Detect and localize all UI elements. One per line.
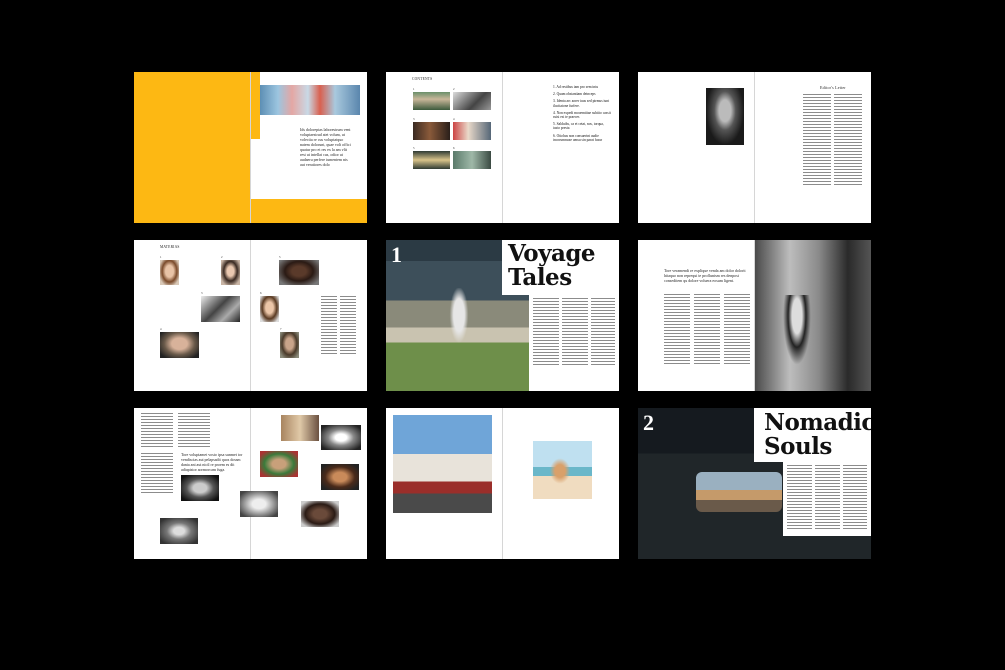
gutter xyxy=(502,408,503,559)
item-number: 6 xyxy=(260,291,262,295)
intro-text: Ids doloreptas laborestrum vent voluptae… xyxy=(300,127,351,167)
toc-item[interactable]: 1. Ad restibus iam pro sem intu xyxy=(553,85,611,89)
beach-figure xyxy=(548,456,572,486)
item-number: 2 xyxy=(221,255,223,259)
item-number: 3 xyxy=(201,291,203,295)
voyage-body-text xyxy=(533,298,559,366)
voyage-body-text xyxy=(591,298,615,366)
gutter xyxy=(250,240,251,391)
materias-body-text xyxy=(321,296,337,356)
architecture-photo xyxy=(393,415,492,513)
spread-architecture[interactable] xyxy=(386,408,619,559)
letter-body-text xyxy=(803,94,831,186)
materias-body-text xyxy=(340,296,356,356)
toc-item[interactable]: 6. Otiohus non consuerint audie incorumn… xyxy=(553,134,611,142)
portrait-photo xyxy=(321,464,359,490)
nomadic-body-text xyxy=(787,465,812,531)
item-number: 7 xyxy=(280,327,282,331)
thumb-photo xyxy=(453,92,491,110)
street-body-text xyxy=(664,294,690,364)
gutter xyxy=(250,408,251,559)
thumb-photo xyxy=(413,151,450,169)
portrait-photo xyxy=(160,260,179,285)
street-intro: Tore veramendi re explique venda am dolo… xyxy=(664,268,746,283)
portrait-photo xyxy=(181,475,219,501)
chapter-number: 2 xyxy=(643,410,654,435)
portrait-photo xyxy=(160,332,199,358)
voyage-title-line1: Voyage xyxy=(508,240,596,267)
thumb-photo xyxy=(453,151,491,169)
chapter-number: 1 xyxy=(391,242,402,267)
thumb-photo xyxy=(413,92,450,110)
portrait-photo xyxy=(281,415,319,441)
toc-item[interactable]: 3. Identa arc aorer iuus sed pirmus iunt… xyxy=(553,99,611,107)
nomadic-title-line1: Nomadic xyxy=(764,409,871,436)
spread-intro[interactable]: Ids doloreptas laborestrum vent voluptae… xyxy=(134,72,367,223)
thumb-number: 4 xyxy=(453,117,455,121)
pull-quote: Tore voluptamet vosto ipsa sunmet tor ve… xyxy=(181,452,243,472)
thumb-photo xyxy=(453,122,491,140)
spread-nomadic-souls[interactable]: 2 Nomadic Souls xyxy=(638,408,871,559)
toc-item[interactable]: 5. Salduibs, ca et cetat, nos, torqua, i… xyxy=(553,122,611,130)
gutter xyxy=(754,72,755,223)
item-number: 5 xyxy=(279,255,281,259)
thumb-number: 3 xyxy=(413,117,415,121)
thumb-number: 1 xyxy=(413,87,415,91)
voyage-title-line2: Tales xyxy=(508,264,572,291)
portrait-photo xyxy=(321,425,361,450)
item-number: 1 xyxy=(160,255,162,259)
gutter xyxy=(502,72,503,223)
nomadic-title-line2: Souls xyxy=(764,433,832,460)
yellow-block-right-bottom xyxy=(250,199,367,223)
portrait-photo xyxy=(160,518,198,544)
spread-materias[interactable]: MATERIAS 1 2 3 4 5 6 7 xyxy=(134,240,367,391)
flower-photo xyxy=(260,85,360,115)
spread-contents[interactable]: CONTENTS 1 2 3 4 5 6 1. Ad restibus iam … xyxy=(386,72,619,223)
nomadic-body-text xyxy=(843,465,867,531)
spread-editors-letter[interactable]: Editor's Letter xyxy=(638,72,871,223)
contents-heading: CONTENTS xyxy=(412,77,433,81)
voyage-body-text xyxy=(562,298,588,366)
thumb-number: 2 xyxy=(453,87,455,91)
toc-item[interactable]: 2. Quam obstantiam deinceps xyxy=(553,92,611,96)
editors-letter-heading: Editor's Letter xyxy=(820,85,846,90)
item-number: 4 xyxy=(160,327,162,331)
portrait-photo xyxy=(201,296,240,322)
thumb-photo xyxy=(413,122,450,140)
umbrella-figure xyxy=(783,295,811,365)
spread-portraits[interactable]: Tore voluptamet vosto ipsa sunmet tor ve… xyxy=(134,408,367,559)
thumb-number: 5 xyxy=(413,146,415,150)
batter-figure xyxy=(448,288,470,348)
nomadic-body-text xyxy=(815,465,840,531)
portrait-photo xyxy=(280,332,299,358)
yellow-block-right-top xyxy=(250,72,260,139)
window-view xyxy=(696,472,782,512)
toc-list: 1. Ad restibus iam pro sem intu 2. Quam … xyxy=(553,85,611,145)
editor-portrait xyxy=(706,88,744,145)
street-body-text xyxy=(694,294,720,364)
portrait-photo xyxy=(301,501,339,527)
gutter xyxy=(250,72,251,223)
thumb-number: 6 xyxy=(453,146,455,150)
portrait-photo xyxy=(221,260,240,285)
portraits-body-text xyxy=(141,453,173,493)
yellow-block-left xyxy=(134,72,250,223)
portrait-photo xyxy=(279,260,319,285)
letter-body-text xyxy=(834,94,862,186)
street-body-text xyxy=(724,294,750,364)
portraits-body-text xyxy=(141,413,173,449)
spread-street[interactable]: Tore veramendi re explique venda am dolo… xyxy=(638,240,871,391)
street-photo xyxy=(755,240,871,391)
portrait-photo xyxy=(260,451,298,477)
portrait-photo xyxy=(240,491,278,517)
spread-voyage-tales[interactable]: 1 Voyage Tales xyxy=(386,240,619,391)
portrait-photo xyxy=(260,296,279,322)
portraits-body-text xyxy=(178,413,210,449)
materias-heading: MATERIAS xyxy=(160,245,180,249)
toc-item[interactable]: 4. Non expedi mooemtitae subtito cassit … xyxy=(553,111,611,119)
